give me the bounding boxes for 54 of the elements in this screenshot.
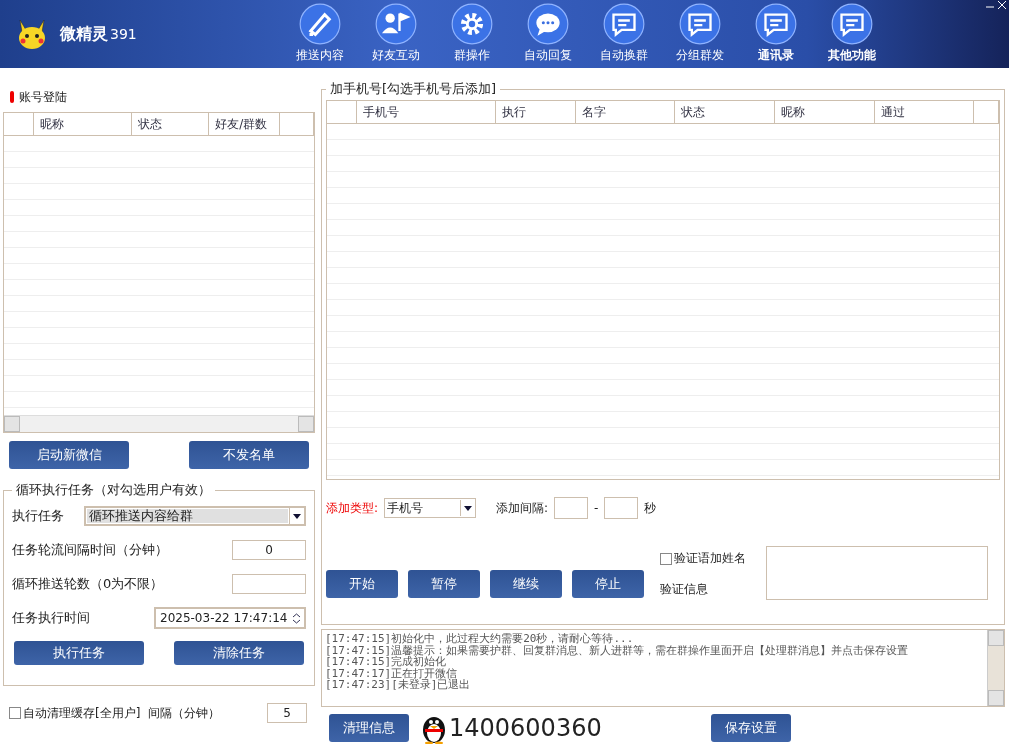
action-button[interactable]: 执行任务 — [14, 641, 144, 665]
nav-button[interactable]: 群操作 — [438, 0, 506, 68]
column-header: 名字 — [575, 101, 676, 123]
column-header: 状态 — [675, 101, 775, 123]
field-label: 添加间隔: — [496, 499, 549, 517]
group-title: 加手机号[勾选手机号后添加] — [329, 80, 498, 98]
input-field[interactable]: 0 — [232, 540, 306, 560]
action-button[interactable]: 开始 — [326, 570, 398, 598]
nav-button[interactable]: 自动换群 — [590, 0, 658, 68]
field-label: 执行任务 — [12, 507, 64, 525]
group-title: 循环执行任务（对勾选用户有效） — [15, 481, 212, 499]
nav-button[interactable]: 好友互动 — [362, 0, 430, 68]
input-field[interactable]: 5 — [267, 703, 307, 723]
action-button[interactable]: 暂停 — [408, 570, 480, 598]
column-header: 手机号 — [356, 101, 497, 123]
column-header: 昵称 — [775, 101, 875, 123]
log-line: [17:47:15]初始化中，此过程大约需要20秒，请耐心等待... — [325, 633, 635, 645]
datetime-field[interactable]: 2025-03-22 17:47:14 — [154, 607, 306, 629]
column-header: 好友/群数 — [209, 113, 281, 135]
field-label: 添加类型: — [326, 499, 379, 517]
type-dropdown[interactable]: 手机号 — [384, 498, 477, 518]
nav-button[interactable]: 分组群发 — [666, 0, 734, 68]
nav-button[interactable]: 通讯录 — [742, 0, 810, 68]
action-button[interactable]: 启动新微信 — [9, 441, 129, 469]
range-dash: - — [594, 501, 599, 515]
field-label: 循环推送轮数（0为不限） — [12, 575, 164, 593]
field-label: 任务执行时间 — [12, 609, 90, 627]
action-button[interactable]: 继续 — [490, 570, 562, 598]
action-button[interactable]: 不发名单 — [189, 441, 309, 469]
nav-button[interactable]: 自动回复 — [514, 0, 582, 68]
action-button[interactable]: 停止 — [572, 570, 644, 598]
action-button[interactable]: 清除任务 — [174, 641, 304, 665]
field-label: 验证信息 — [660, 581, 709, 598]
log-line: [17:47:23][未登录]已退出 — [325, 679, 472, 691]
clear-button[interactable]: 清理信息 — [329, 714, 409, 742]
nav-button[interactable]: 推送内容 — [286, 0, 354, 68]
checkbox-label: 自动清理缓存[全用户] — [23, 704, 141, 722]
section-title: 账号登陆 — [19, 88, 67, 106]
log-line: [17:47:15]完成初始化 — [325, 656, 447, 668]
unit-label: 秒 — [644, 499, 657, 517]
log-line: [17:47:17]正在打开微信 — [325, 667, 458, 679]
task-dropdown[interactable]: 循环推送内容给群 — [84, 506, 306, 526]
field-label: 间隔（分钟） — [148, 704, 221, 722]
column-header: 通过 — [874, 101, 975, 123]
app-title: 微精灵 391 — [60, 23, 138, 45]
column-header: 执行 — [496, 101, 576, 123]
qq-number: 1400600360 — [449, 714, 602, 742]
save-button[interactable]: 保存设置 — [711, 714, 791, 742]
nav-button[interactable]: 其他功能 — [818, 0, 886, 68]
checkbox-label: 验证语加姓名 — [674, 550, 746, 567]
log-line: [17:47:15]温馨提示：如果需要护群、回复群消息、新人进群等，需在群操作里面开启【处理群消息】并点击保存设置 — [325, 644, 910, 656]
column-header: 昵称 — [33, 113, 133, 135]
column-header: 状态 — [132, 113, 210, 135]
field-label: 任务轮流间隔时间（分钟） — [12, 541, 168, 559]
